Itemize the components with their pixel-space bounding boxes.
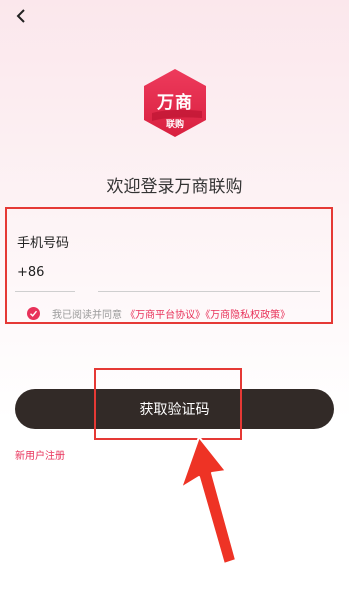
annotation-arrow-icon: [180, 436, 237, 565]
